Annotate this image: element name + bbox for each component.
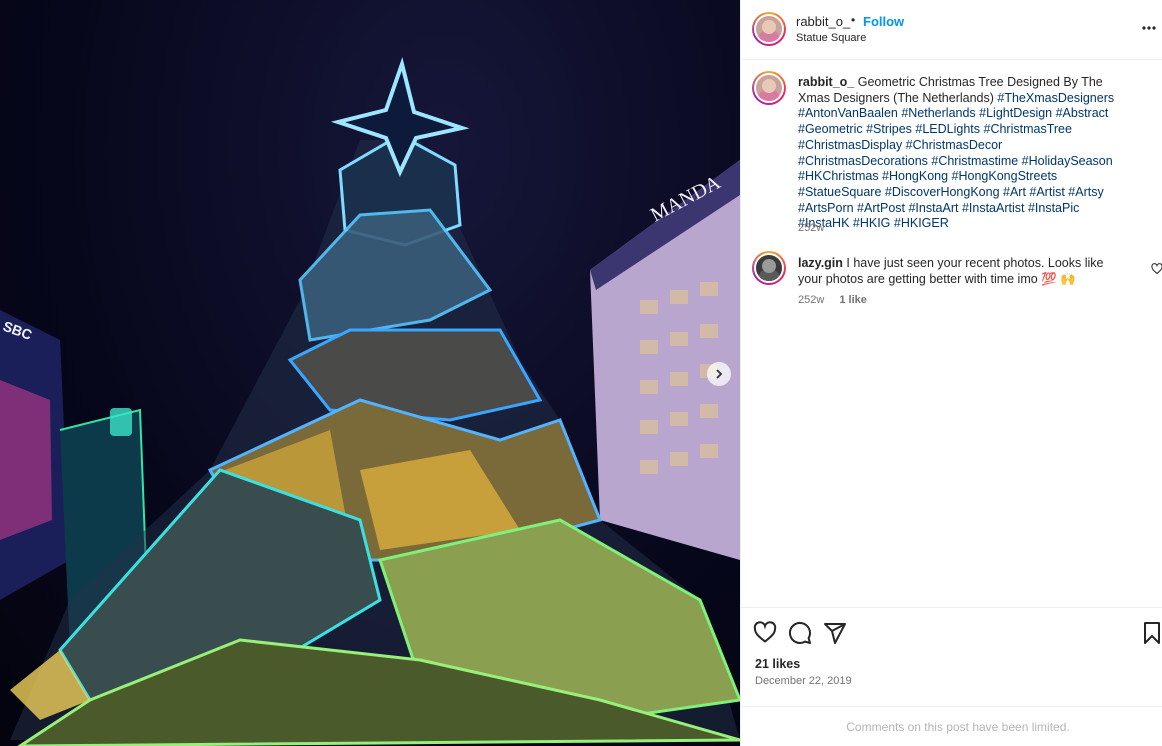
post-details-panel: rabbit_o_ • Follow Statue Square rabbit_… [740,0,1162,746]
next-photo-button[interactable] [707,362,731,386]
mandarin-building: MANDA [590,160,740,560]
caption-meta: 252w [798,222,836,234]
bookmark-icon[interactable] [1140,621,1162,645]
comment-age[interactable]: 252w [798,294,824,306]
comment-likes[interactable]: 1 like [839,294,867,306]
comments-limited-notice: Comments on this post have been limited. [846,720,1070,734]
comment-username[interactable]: lazy.gin [798,256,843,270]
caption-username[interactable]: rabbit_o_ [798,75,854,89]
follow-button[interactable]: Follow [863,14,904,29]
christmas-tree-illustration: MANDA SBC [0,57,740,746]
chevron-right-icon [716,369,723,379]
avatar[interactable] [752,12,786,46]
avatar[interactable] [752,251,786,285]
comment-icon[interactable] [788,621,812,645]
heart-icon[interactable] [1151,263,1162,275]
post-header: rabbit_o_ • Follow Statue Square [741,0,1162,60]
more-options-icon[interactable] [1141,20,1157,36]
separator-dot: • [851,13,856,27]
caption: rabbit_o_ Geometric Christmas Tree Desig… [798,75,1133,232]
location-link[interactable]: Statue Square [796,32,866,44]
post-actions: 21 likes December 22, 2019 Comments on t… [741,607,1162,746]
caption-age[interactable]: 252w [798,222,824,234]
comment: lazy.gin I have just seen your recent ph… [798,256,1128,287]
avatar[interactable] [752,71,786,105]
like-count[interactable]: 21 likes [755,657,800,671]
share-icon[interactable] [823,621,847,645]
comment-meta: 252w 1 like [798,294,879,306]
post-photo[interactable]: MANDA SBC [0,0,740,746]
post-date[interactable]: December 22, 2019 [755,675,852,687]
comment-text: I have just seen your recent photos. Loo… [798,256,1104,286]
heart-icon[interactable] [753,621,777,645]
comment-limit-bar: Comments on this post have been limited. [741,706,1162,746]
comments-section: rabbit_o_ Geometric Christmas Tree Desig… [741,61,1162,607]
header-username[interactable]: rabbit_o_ [796,14,850,29]
caption-hashtags[interactable]: #TheXmasDesigners #AntonVanBaalen #Nethe… [798,91,1114,231]
